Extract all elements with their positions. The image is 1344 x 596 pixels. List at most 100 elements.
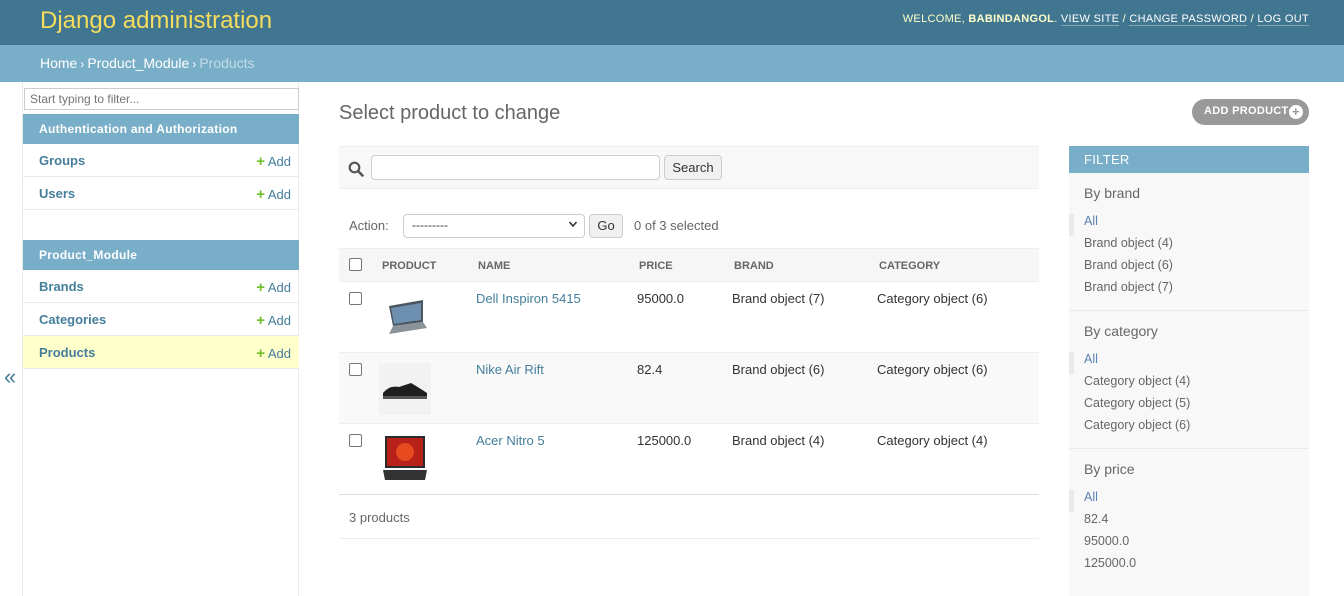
product-price: 125000.0 xyxy=(637,433,692,448)
column-header-name[interactable]: Name xyxy=(478,260,510,272)
sidebar-item-brands[interactable]: Brands + Add xyxy=(23,270,299,303)
log-out-link[interactable]: Log out xyxy=(1257,13,1309,26)
user-tools: Welcome, babindangol. View site / Change… xyxy=(902,13,1309,26)
filter-heading: By brand xyxy=(1084,185,1141,201)
filter-option[interactable]: 95000.0 xyxy=(1084,534,1294,556)
action-counter: 0 of 3 selected xyxy=(634,218,719,233)
filter-option[interactable]: 82.4 xyxy=(1084,512,1294,534)
column-header-price[interactable]: Price xyxy=(639,260,673,272)
product-category: Category object (6) xyxy=(877,362,988,377)
product-price: 95000.0 xyxy=(637,291,684,306)
breadcrumb-current: Products xyxy=(199,55,255,71)
filter-option[interactable]: Brand object (6) xyxy=(1084,258,1294,280)
filter-option[interactable]: Brand object (7) xyxy=(1084,280,1294,302)
page-title: Select product to change xyxy=(339,102,561,124)
add-product-button[interactable]: Add product + xyxy=(1192,99,1309,125)
breadcrumb-home[interactable]: Home xyxy=(40,55,77,71)
username: babindangol xyxy=(968,13,1055,25)
product-brand: Brand object (7) xyxy=(732,291,825,306)
add-label: Add xyxy=(267,313,291,328)
filter-group-brand: By brand All Brand object (4) Brand obje… xyxy=(1069,173,1309,311)
sidebar-item-groups[interactable]: Groups + Add xyxy=(23,144,299,177)
actions-bar: Action: --------- Go 0 of 3 selected xyxy=(339,209,1039,245)
add-users-link[interactable]: + Add xyxy=(256,186,291,203)
column-header-category[interactable]: Category xyxy=(879,260,940,272)
module-caption-product[interactable]: Product_Module xyxy=(23,240,299,270)
plus-icon: + xyxy=(256,279,265,296)
chevron-down-icon xyxy=(568,221,578,228)
table-row: Dell Inspiron 5415 95000.0 Brand object … xyxy=(339,282,1039,353)
row-checkbox[interactable] xyxy=(349,363,362,376)
sidebar-item-label[interactable]: Brands xyxy=(39,279,84,294)
module-caption-auth[interactable]: Authentication and Authorization xyxy=(23,114,299,144)
plus-icon: + xyxy=(256,153,265,170)
plus-icon: + xyxy=(256,186,265,203)
toggle-sidebar-button[interactable]: « xyxy=(4,364,16,390)
add-products-link[interactable]: + Add xyxy=(256,345,291,362)
go-button[interactable]: Go xyxy=(589,214,623,238)
filter-option[interactable]: Category object (4) xyxy=(1084,374,1294,396)
shoe-thumbnail xyxy=(379,363,431,415)
search-button[interactable]: Search xyxy=(664,155,722,180)
filter-option[interactable]: Category object (6) xyxy=(1084,418,1294,440)
add-brands-link[interactable]: + Add xyxy=(256,279,291,296)
site-title[interactable]: Django administration xyxy=(40,7,272,35)
welcome-text: Welcome, xyxy=(902,13,966,25)
add-categories-link[interactable]: + Add xyxy=(256,312,291,329)
view-site-link[interactable]: View site xyxy=(1060,13,1120,26)
filter-option[interactable]: 125000.0 xyxy=(1084,556,1294,578)
product-price: 82.4 xyxy=(637,362,663,377)
table-row: Nike Air Rift 82.4 Brand object (6) Cate… xyxy=(339,353,1039,424)
gaming-laptop-thumbnail xyxy=(383,436,427,480)
product-category: Category object (4) xyxy=(877,433,988,448)
action-select-value: --------- xyxy=(412,218,448,232)
filter-heading: By price xyxy=(1084,461,1135,477)
filter-title: Filter xyxy=(1069,146,1309,173)
nav-filter-input[interactable] xyxy=(24,88,299,110)
sidebar-item-products[interactable]: Products + Add xyxy=(23,336,299,369)
paginator: 3 products xyxy=(339,494,1039,539)
product-name-link[interactable]: Dell Inspiron 5415 xyxy=(476,291,581,306)
column-header-product[interactable]: Product xyxy=(382,260,436,272)
filter-option[interactable]: Category object (5) xyxy=(1084,396,1294,418)
sidebar-item-label[interactable]: Groups xyxy=(39,153,85,168)
plus-icon: + xyxy=(1289,105,1303,119)
filter-option[interactable]: All xyxy=(1069,352,1294,374)
sidebar-item-label[interactable]: Products xyxy=(39,345,95,360)
filter-group-category: By category All Category object (4) Cate… xyxy=(1069,311,1309,449)
breadcrumb-separator: › xyxy=(80,57,85,71)
header: Django administration Welcome, babindang… xyxy=(0,0,1344,45)
filter-option[interactable]: All xyxy=(1069,490,1294,512)
row-checkbox[interactable] xyxy=(349,292,362,305)
sidebar-item-label[interactable]: Categories xyxy=(39,312,106,327)
filter-option[interactable]: All xyxy=(1069,214,1294,236)
table-header: Product Name Price Brand Category xyxy=(339,248,1039,282)
table-row: Acer Nitro 5 125000.0 Brand object (4) C… xyxy=(339,424,1039,495)
action-select[interactable]: --------- xyxy=(403,214,585,238)
add-product-label: Add product xyxy=(1204,105,1289,117)
sidebar-item-users[interactable]: Users + Add xyxy=(23,177,299,210)
breadcrumb-module[interactable]: Product_Module xyxy=(87,55,189,71)
select-all-checkbox[interactable] xyxy=(349,258,362,271)
change-password-link[interactable]: Change password xyxy=(1129,13,1248,26)
breadcrumb-separator: › xyxy=(192,57,197,71)
action-label: Action: xyxy=(349,218,389,233)
add-groups-link[interactable]: + Add xyxy=(256,153,291,170)
column-header-brand[interactable]: Brand xyxy=(734,260,774,272)
sidebar-item-categories[interactable]: Categories + Add xyxy=(23,303,299,336)
add-label: Add xyxy=(267,346,291,361)
product-name-link[interactable]: Acer Nitro 5 xyxy=(476,433,545,448)
search-input[interactable] xyxy=(371,155,660,180)
filter-heading: By category xyxy=(1084,323,1158,339)
plus-icon: + xyxy=(256,345,265,362)
laptop-thumbnail xyxy=(389,300,427,334)
plus-icon: + xyxy=(256,312,265,329)
row-checkbox[interactable] xyxy=(349,434,362,447)
product-brand: Brand object (6) xyxy=(732,362,825,377)
filter-option[interactable]: Brand object (4) xyxy=(1084,236,1294,258)
filter-panel: Filter By brand All Brand object (4) Bra… xyxy=(1069,146,1309,596)
product-name-link[interactable]: Nike Air Rift xyxy=(476,362,544,377)
sidebar-item-label[interactable]: Users xyxy=(39,186,75,201)
search-icon xyxy=(348,161,364,177)
search-toolbar: Search xyxy=(339,146,1039,189)
